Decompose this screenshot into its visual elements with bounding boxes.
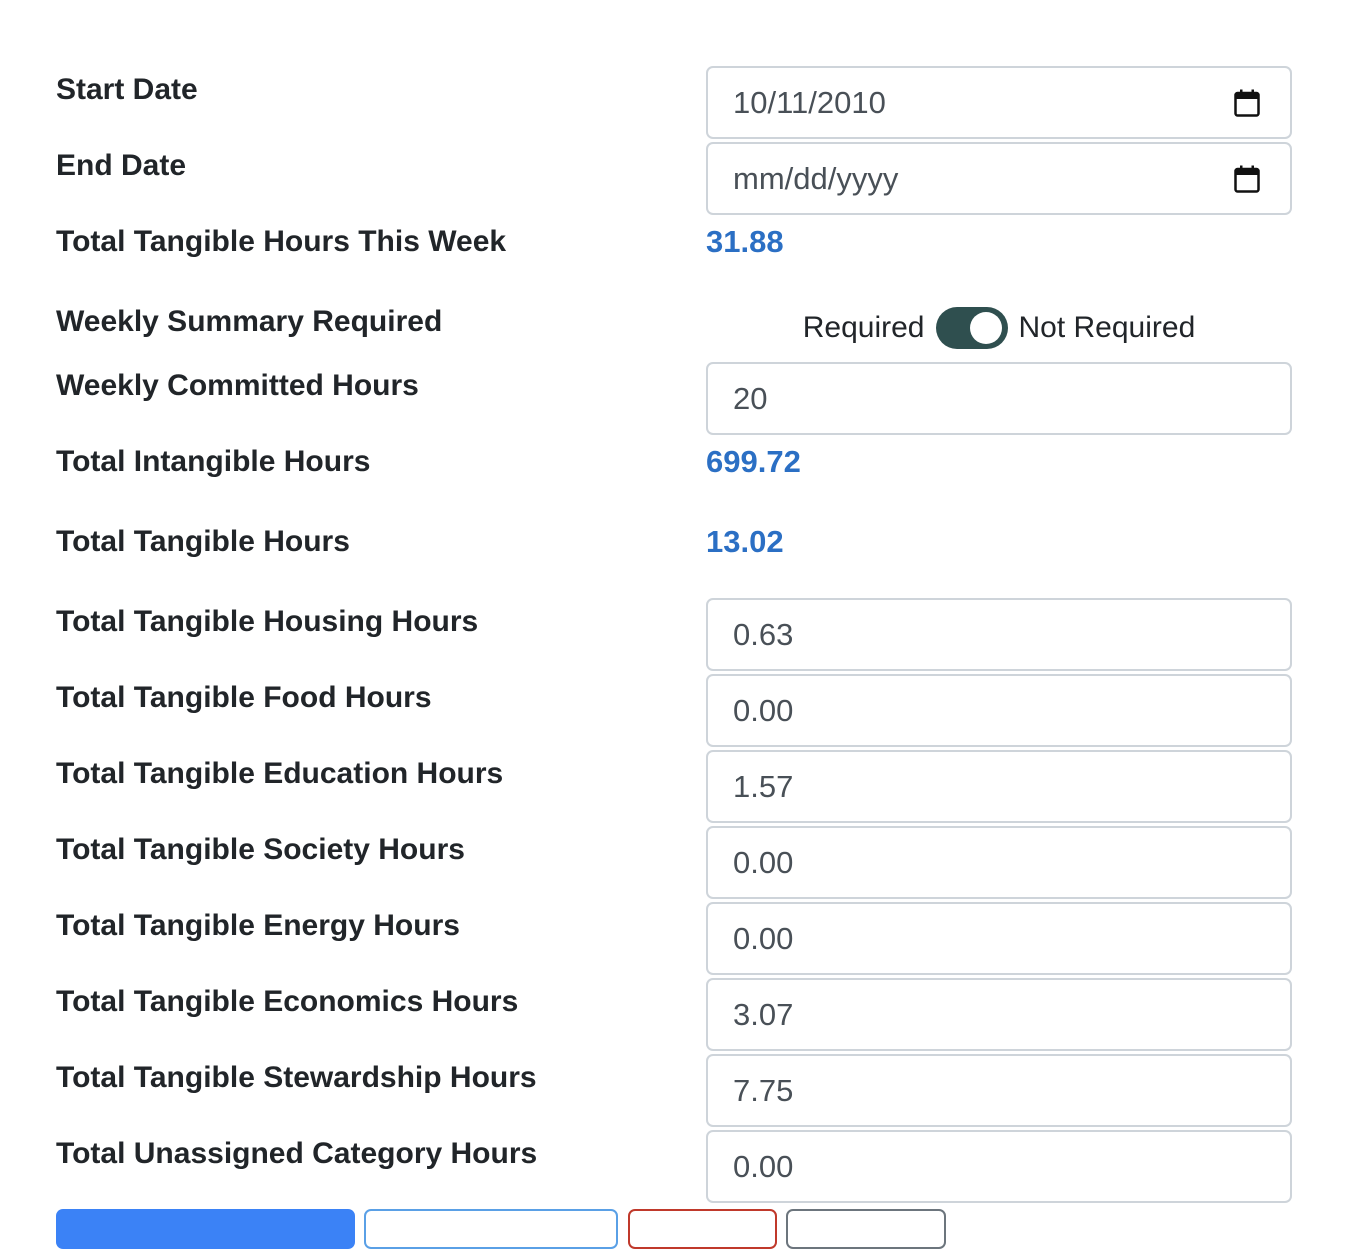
weekly-summary-switch[interactable] (936, 307, 1009, 349)
primary-action-button[interactable] (56, 1209, 355, 1249)
education-hours-value: 1.57 (733, 768, 794, 804)
tangible-hours-label: Total Tangible Hours (56, 525, 350, 558)
food-hours-input[interactable]: 0.00 (706, 674, 1292, 747)
society-hours-input[interactable]: 0.00 (706, 826, 1292, 899)
education-hours-label: Total Tangible Education Hours (56, 757, 504, 790)
tangible-hours-value: 13.02 (706, 524, 784, 559)
committed-hours-label: Weekly Committed Hours (56, 369, 419, 402)
housing-hours-input[interactable]: 0.63 (706, 598, 1292, 671)
start-date-value: 10/11/2010 (733, 84, 886, 120)
committed-hours-input[interactable]: 20 (706, 362, 1292, 435)
committed-hours-value: 20 (733, 380, 768, 416)
toggle-option-not-required: Not Required (1018, 311, 1196, 344)
weekly-summary-label: Weekly Summary Required (56, 305, 443, 338)
food-hours-label: Total Tangible Food Hours (56, 681, 432, 714)
intangible-hours-label: Total Intangible Hours (56, 445, 371, 478)
intangible-hours-value: 699.72 (706, 444, 801, 479)
unassigned-hours-input[interactable]: 0.00 (706, 1130, 1292, 1203)
outline-secondary-button[interactable] (786, 1209, 946, 1249)
calendar-icon[interactable] (1234, 89, 1260, 117)
energy-hours-label: Total Tangible Energy Hours (56, 909, 460, 942)
stewardship-hours-input[interactable]: 7.75 (706, 1054, 1292, 1127)
end-date-input[interactable]: mm/dd/yyyy (706, 142, 1292, 215)
economics-hours-input[interactable]: 3.07 (706, 978, 1292, 1051)
end-date-placeholder: mm/dd/yyyy (733, 160, 899, 196)
calendar-icon[interactable] (1234, 165, 1260, 193)
unassigned-hours-value: 0.00 (733, 1148, 794, 1184)
outline-danger-button[interactable] (628, 1209, 777, 1249)
stewardship-hours-label: Total Tangible Stewardship Hours (56, 1061, 537, 1094)
economics-hours-label: Total Tangible Economics Hours (56, 985, 519, 1018)
tangible-this-week-value: 31.88 (706, 224, 784, 259)
toggle-option-required: Required (802, 311, 925, 344)
energy-hours-value: 0.00 (733, 920, 794, 956)
stewardship-hours-value: 7.75 (733, 1072, 794, 1108)
outline-primary-button[interactable] (364, 1209, 618, 1249)
switch-knob (970, 312, 1003, 344)
housing-hours-value: 0.63 (733, 616, 794, 652)
end-date-label: End Date (56, 149, 187, 182)
housing-hours-label: Total Tangible Housing Hours (56, 605, 479, 638)
society-hours-value: 0.00 (733, 844, 794, 880)
food-hours-value: 0.00 (733, 692, 794, 728)
economics-hours-value: 3.07 (733, 996, 794, 1032)
start-date-label: Start Date (56, 73, 198, 106)
education-hours-input[interactable]: 1.57 (706, 750, 1292, 823)
unassigned-hours-label: Total Unassigned Category Hours (56, 1137, 538, 1170)
society-hours-label: Total Tangible Society Hours (56, 833, 465, 866)
tangible-this-week-label: Total Tangible Hours This Week (56, 225, 507, 258)
weekly-summary-toggle-group: Required Not Required (706, 306, 1292, 350)
start-date-input[interactable]: 10/11/2010 (706, 66, 1292, 139)
energy-hours-input[interactable]: 0.00 (706, 902, 1292, 975)
